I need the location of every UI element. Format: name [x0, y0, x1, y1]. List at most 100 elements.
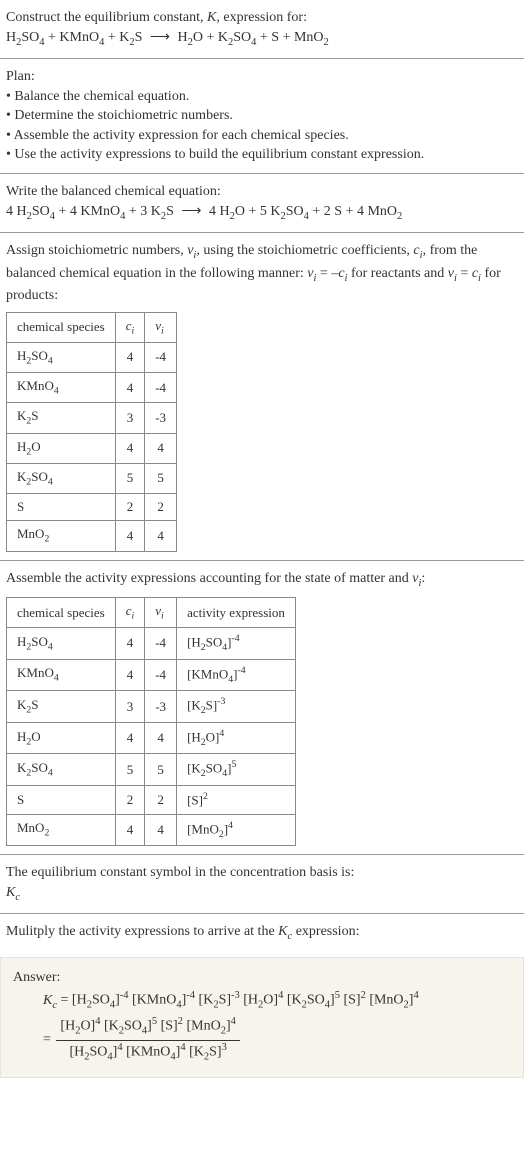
multiply-section: Mulitply the activity expressions to arr… — [0, 914, 524, 952]
col-species: chemical species — [7, 598, 116, 628]
plan-item: • Determine the stoichiometric numbers. — [6, 106, 518, 126]
cell-nu: 2 — [145, 494, 177, 521]
plan-section: Plan: • Balance the chemical equation. •… — [0, 59, 524, 173]
cell-species: H2SO4 — [7, 628, 116, 660]
plan-item-text: Use the activity expressions to build th… — [14, 147, 424, 162]
cell-nu: 5 — [145, 463, 177, 493]
cell-species: MnO2 — [7, 521, 116, 551]
cell-species: H2SO4 — [7, 342, 116, 372]
cell-c: 4 — [115, 373, 145, 403]
cell-expr: [K2S]-3 — [177, 691, 296, 723]
cell-c: 5 — [115, 754, 145, 786]
answer-line2: = [H2O]4 [K2SO4]5 [S]2 [MnO2]4 [H2SO4]4 … — [43, 1015, 511, 1064]
cell-nu: -4 — [145, 628, 177, 660]
col-nu: νi — [145, 598, 177, 628]
cell-nu: 5 — [145, 754, 177, 786]
cell-expr: [H2O]4 — [177, 722, 296, 754]
cell-species: K2S — [7, 691, 116, 723]
cell-nu: -4 — [145, 342, 177, 372]
cell-species: H2O — [7, 433, 116, 463]
table-header-row: chemical species ci νi activity expressi… — [7, 598, 296, 628]
cell-expr: [H2SO4]-4 — [177, 628, 296, 660]
cell-species: KMnO4 — [7, 659, 116, 691]
balanced-section: Write the balanced chemical equation: 4 … — [0, 174, 524, 232]
cell-c: 4 — [115, 722, 145, 754]
plan-item-text: Balance the chemical equation. — [14, 89, 189, 104]
cell-species: MnO2 — [7, 814, 116, 846]
activity-heading: Assemble the activity expressions accoun… — [6, 569, 518, 591]
plan-item: • Balance the chemical equation. — [6, 87, 518, 107]
table-row: S22 — [7, 494, 177, 521]
table-row: K2S3-3 — [7, 403, 177, 433]
multiply-heading: Mulitply the activity expressions to arr… — [6, 922, 518, 944]
cell-species: H2O — [7, 722, 116, 754]
answer-line1: Kc = [H2SO4]-4 [KMnO4]-4 [K2S]-3 [H2O]4 … — [43, 989, 511, 1013]
construct-line: Construct the equilibrium constant, K, e… — [6, 8, 518, 28]
table-row: K2S3-3[K2S]-3 — [7, 691, 296, 723]
cell-species: S — [7, 494, 116, 521]
table-header-row: chemical species ci νi — [7, 312, 177, 342]
cell-c: 4 — [115, 628, 145, 660]
cell-expr: [S]2 — [177, 786, 296, 815]
cell-c: 4 — [115, 433, 145, 463]
cell-c: 3 — [115, 403, 145, 433]
table-row: S22[S]2 — [7, 786, 296, 815]
intro-section: Construct the equilibrium constant, K, e… — [0, 0, 524, 58]
cell-c: 2 — [115, 786, 145, 815]
cell-c: 4 — [115, 521, 145, 551]
table-row: H2O44[H2O]4 — [7, 722, 296, 754]
cell-nu: 4 — [145, 722, 177, 754]
plan-item-text: Determine the stoichiometric numbers. — [14, 108, 233, 123]
cell-nu: -4 — [145, 659, 177, 691]
activity-table: chemical species ci νi activity expressi… — [6, 597, 296, 846]
col-expr: activity expression — [177, 598, 296, 628]
symbol-section: The equilibrium constant symbol in the c… — [0, 855, 524, 913]
table-row: KMnO44-4 — [7, 373, 177, 403]
table-row: H2O44 — [7, 433, 177, 463]
cell-nu: 4 — [145, 433, 177, 463]
plan-item-text: Assemble the activity expression for eac… — [14, 128, 349, 143]
fraction-denominator: [H2SO4]4 [KMnO4]4 [K2S]3 — [56, 1041, 239, 1065]
cell-expr: [KMnO4]-4 — [177, 659, 296, 691]
cell-species: K2SO4 — [7, 463, 116, 493]
stoich-table: chemical species ci νi H2SO44-4 KMnO44-4… — [6, 312, 177, 552]
plan-heading: Plan: — [6, 67, 518, 87]
col-species: chemical species — [7, 312, 116, 342]
cell-c: 4 — [115, 342, 145, 372]
symbol-heading: The equilibrium constant symbol in the c… — [6, 863, 518, 883]
cell-species: K2S — [7, 403, 116, 433]
table-row: K2SO455 — [7, 463, 177, 493]
cell-c: 4 — [115, 814, 145, 846]
activity-section: Assemble the activity expressions accoun… — [0, 561, 524, 855]
cell-nu: 4 — [145, 521, 177, 551]
cell-species: KMnO4 — [7, 373, 116, 403]
table-row: H2SO44-4[H2SO4]-4 — [7, 628, 296, 660]
cell-nu: 4 — [145, 814, 177, 846]
table-row: H2SO44-4 — [7, 342, 177, 372]
cell-nu: -3 — [145, 403, 177, 433]
cell-species: S — [7, 786, 116, 815]
answer-box: Answer: Kc = [H2SO4]-4 [KMnO4]-4 [K2S]-3… — [0, 957, 524, 1078]
answer-label: Answer: — [13, 968, 511, 988]
balanced-heading: Write the balanced chemical equation: — [6, 182, 518, 202]
cell-nu: 2 — [145, 786, 177, 815]
table-row: MnO244[MnO2]4 — [7, 814, 296, 846]
answer-fraction: [H2O]4 [K2SO4]5 [S]2 [MnO2]4 [H2SO4]4 [K… — [56, 1015, 239, 1064]
col-c: ci — [115, 598, 145, 628]
cell-species: K2SO4 — [7, 754, 116, 786]
cell-c: 5 — [115, 463, 145, 493]
table-row: MnO244 — [7, 521, 177, 551]
table-row: K2SO455[K2SO4]5 — [7, 754, 296, 786]
cell-expr: [K2SO4]5 — [177, 754, 296, 786]
stoich-heading: Assign stoichiometric numbers, νi, using… — [6, 241, 518, 306]
table-row: KMnO44-4[KMnO4]-4 — [7, 659, 296, 691]
cell-c: 3 — [115, 691, 145, 723]
col-c: ci — [115, 312, 145, 342]
fraction-numerator: [H2O]4 [K2SO4]5 [S]2 [MnO2]4 — [56, 1015, 239, 1040]
plan-item: • Assemble the activity expression for e… — [6, 126, 518, 146]
symbol-value: Kc — [6, 883, 518, 905]
plan-item: • Use the activity expressions to build … — [6, 145, 518, 165]
cell-nu: -4 — [145, 373, 177, 403]
col-nu: νi — [145, 312, 177, 342]
stoich-section: Assign stoichiometric numbers, νi, using… — [0, 233, 524, 559]
